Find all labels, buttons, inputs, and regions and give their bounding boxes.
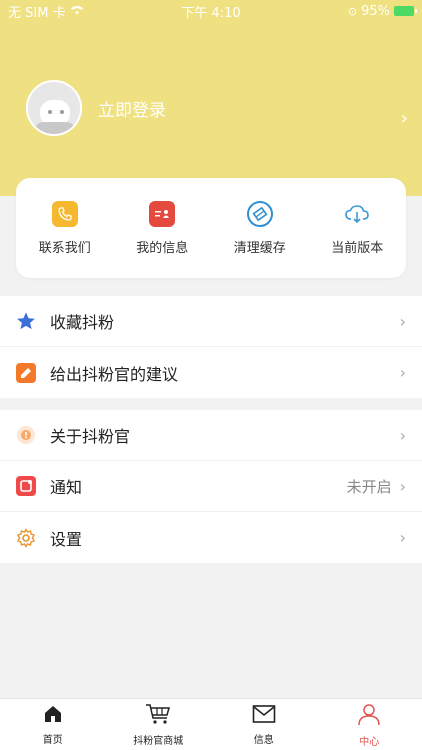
menu-item-favorite[interactable]: 收藏抖粉 › [0,296,422,347]
tab-home[interactable]: 首页 [0,699,106,750]
tab-shop[interactable]: 抖粉官商城 [106,699,212,750]
menu-item-feedback[interactable]: 给出抖粉官的建议 › [0,347,422,398]
user-icon [357,702,381,730]
chevron-right-icon: › [399,425,406,445]
orientation-lock-icon: ⊙ [347,4,358,18]
quick-action-label: 联系我们 [38,240,91,256]
menu-item-settings[interactable]: 设置 › [0,512,422,563]
notification-icon [16,476,36,496]
quick-actions-card: 联系我们 我的信息 清理缓存 当前版本 [16,178,406,278]
menu-group-settings: 关于抖粉官 › 通知 未开启 › 设置 › [0,410,422,563]
tab-label: 中心 [359,736,380,748]
menu-group-favorites: 收藏抖粉 › 给出抖粉官的建议 › [0,296,422,398]
status-bar: 无 SIM 卡 下午 4:10 ⊙ 95% [0,0,422,22]
quick-action-contact[interactable]: 联系我们 [20,200,110,256]
tab-label: 抖粉官商城 [133,735,184,747]
chevron-right-icon: › [400,107,408,129]
chevron-right-icon: › [399,476,406,496]
notification-status: 未开启 [346,477,392,496]
login-text[interactable]: 立即登录 [98,96,401,121]
quick-action-label: 清理缓存 [233,240,286,256]
cloud-download-icon [344,200,371,227]
tab-label: 信息 [253,734,274,746]
menu-item-label: 通知 [50,478,83,497]
gear-icon [16,527,36,548]
menu-item-about[interactable]: 关于抖粉官 › [0,410,422,461]
tab-label: 首页 [42,734,63,746]
mail-icon [252,704,276,728]
tab-center[interactable]: 中心 [317,699,422,750]
chevron-right-icon: › [399,311,406,331]
login-row[interactable]: 立即登录 › [26,80,408,136]
id-card-icon [149,200,176,227]
star-icon [16,311,36,331]
avatar[interactable] [26,80,82,136]
menu-item-label: 设置 [50,529,83,549]
wifi-icon [70,4,84,19]
menu-item-label: 给出抖粉官的建议 [50,364,179,384]
chevron-right-icon: › [399,528,406,547]
tab-messages[interactable]: 信息 [211,699,317,750]
quick-action-label: 我的信息 [136,240,189,256]
phone-icon [51,200,78,227]
carrier-label: 无 SIM 卡 [8,5,66,21]
menu-item-label: 收藏抖粉 [50,313,115,332]
home-icon [42,704,64,728]
broom-icon [246,200,273,227]
quick-action-label: 当前版本 [331,240,384,256]
quick-action-clear-cache[interactable]: 清理缓存 [215,200,305,256]
battery-icon [394,6,417,16]
tab-bar: 首页 抖粉官商城 信息 中心 [0,698,422,750]
battery-percent: 95% [361,3,390,19]
info-icon [16,425,36,445]
feedback-icon [16,362,36,383]
quick-action-my-info[interactable]: 我的信息 [117,200,207,256]
menu-item-label: 关于抖粉官 [50,427,131,446]
chevron-right-icon: › [399,363,406,382]
cart-icon [145,703,171,729]
quick-action-version[interactable]: 当前版本 [312,200,402,256]
menu-item-notification[interactable]: 通知 未开启 › [0,461,422,512]
